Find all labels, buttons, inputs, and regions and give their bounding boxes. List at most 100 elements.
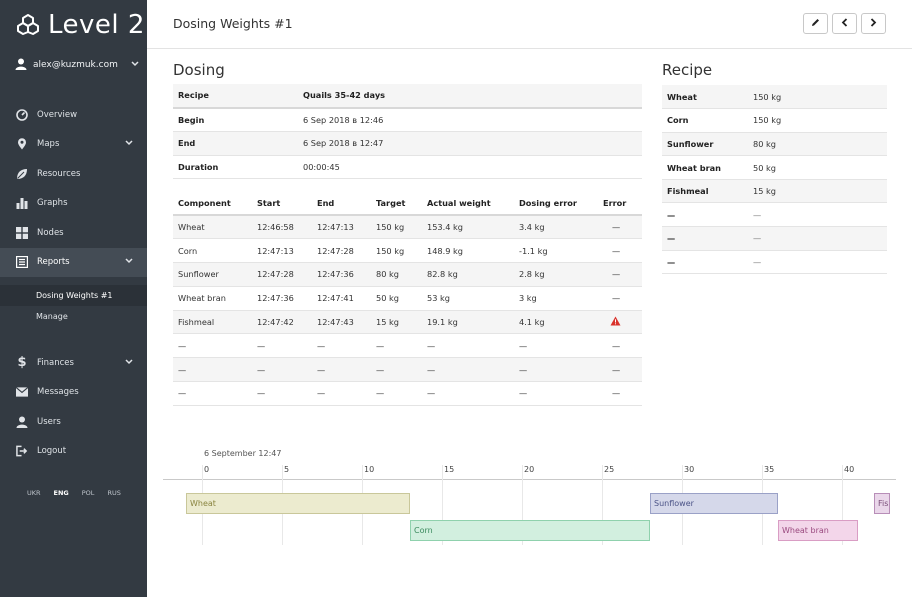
dosing-heading: Dosing <box>173 61 225 79</box>
sidebar-item-overview[interactable]: Overview <box>0 100 147 130</box>
subnav-item-manage[interactable]: Manage <box>0 306 147 327</box>
table-cell: Wheat bran <box>173 286 252 311</box>
table-cell: — <box>598 333 642 359</box>
table-cell: 150 kg <box>371 215 422 240</box>
components-table: Component Start End Target Actual weight… <box>173 191 642 406</box>
dashboard-icon <box>16 108 28 121</box>
table-cell: Corn <box>173 238 252 264</box>
subnav-item-dosing-weights[interactable]: Dosing Weights #1 <box>0 285 147 306</box>
table-cell: 12:47:43 <box>312 310 371 335</box>
table-row: Sunflower 80 kg <box>662 132 887 157</box>
timeline-bar[interactable]: Sunflower <box>650 493 778 514</box>
sidebar-item-logout[interactable]: Logout <box>0 437 147 467</box>
leaf-icon <box>16 168 28 180</box>
info-value: 00:00:45 <box>298 155 642 180</box>
table-row: — — <box>662 202 887 228</box>
table-cell: — <box>598 215 642 240</box>
table-cell: — <box>371 381 422 406</box>
recipe-component: Wheat <box>662 85 748 110</box>
table-cell: — <box>312 333 371 359</box>
sidebar-item-label: Resources <box>37 168 81 179</box>
previous-button[interactable] <box>832 13 857 34</box>
recipe-component: — <box>662 226 748 251</box>
chevron-down-icon <box>125 358 133 368</box>
lang-rus[interactable]: RUS <box>107 489 120 497</box>
table-cell: 3.4 kg <box>514 215 598 240</box>
sidebar-item-label: Finances <box>37 357 74 368</box>
table-cell: 12:47:36 <box>312 262 371 287</box>
lang-eng[interactable]: ENG <box>54 489 69 497</box>
sidebar-item-label: Logout <box>37 446 67 457</box>
column-header[interactable]: Dosing error <box>514 191 598 216</box>
page-title: Dosing Weights #1 <box>173 16 293 31</box>
recipe-component: Fishmeal <box>662 179 748 204</box>
table-row: — — — — — — — <box>173 381 642 406</box>
table-row: Fishmeal 15 kg <box>662 179 887 204</box>
column-header[interactable]: Actual weight <box>422 191 514 216</box>
timeline-bar[interactable]: Wheat bran <box>778 520 858 541</box>
sidebar-item-graphs[interactable]: Graphs <box>0 189 147 219</box>
chevron-down-icon <box>125 257 133 267</box>
brand[interactable]: Level 2 <box>16 10 145 40</box>
pencil-icon <box>811 18 820 30</box>
sidebar-item-label: Nodes <box>37 227 64 238</box>
sidebar-item-finances[interactable]: $ Finances <box>0 348 147 378</box>
info-key: Begin <box>173 107 298 132</box>
table-cell: — <box>514 381 598 406</box>
chevron-left-icon <box>841 17 848 30</box>
map-marker-icon <box>16 138 28 150</box>
sidebar-item-maps[interactable]: Maps <box>0 130 147 160</box>
recipe-component: Corn <box>662 108 748 133</box>
chevron-down-icon <box>125 139 133 149</box>
column-header[interactable]: Component <box>173 191 252 216</box>
next-button[interactable] <box>861 13 886 34</box>
sidebar-item-label: Messages <box>37 387 79 398</box>
page-header: Dosing Weights #1 <box>147 0 912 49</box>
sidebar-item-reports[interactable]: Reports <box>0 247 147 277</box>
table-cell: 12:47:28 <box>252 262 312 287</box>
grid-icon <box>16 226 28 239</box>
recipe-heading: Recipe <box>662 61 713 79</box>
user-menu[interactable]: alex@kuzmuk.com <box>15 56 139 74</box>
user-icon <box>15 58 27 73</box>
timeline-bar[interactable]: Corn <box>410 520 650 541</box>
info-value: 6 Sep 2018 в 12:47 <box>298 131 642 156</box>
table-cell: — <box>514 333 598 359</box>
reports-subnav: Dosing Weights #1 Manage <box>0 285 147 327</box>
table-cell: — <box>598 381 642 406</box>
table-row: Sunflower 12:47:28 12:47:36 80 kg 82.8 kg 2.8… <box>173 262 642 287</box>
sidebar-item-users[interactable]: Users <box>0 407 147 437</box>
lang-ukr[interactable]: UKR <box>27 489 41 497</box>
secondary-nav: $ Finances Messages Users Logout <box>0 348 147 466</box>
recipe-table: Wheat 150 kg Corn 150 kg Sunflower 80 kg Wheat… <box>662 85 887 275</box>
logout-icon <box>16 445 28 457</box>
table-cell: — <box>422 381 514 406</box>
timeline-bar[interactable]: Wheat <box>186 493 410 514</box>
table-cell: — <box>312 381 371 406</box>
column-header[interactable]: Start <box>252 191 312 216</box>
lang-pol[interactable]: POL <box>82 489 95 497</box>
table-cell: — <box>252 357 312 383</box>
table-row: Fishmeal 12:47:42 12:47:43 15 kg 19.1 kg 4.1 … <box>173 310 642 335</box>
sidebar-item-label: Reports <box>37 257 70 268</box>
edit-button[interactable] <box>803 13 828 34</box>
sidebar-item-messages[interactable]: Messages <box>0 378 147 408</box>
table-cell: 3 kg <box>514 286 598 311</box>
column-header[interactable]: Target <box>371 191 422 216</box>
table-cell: Wheat <box>173 215 252 240</box>
sidebar-item-resources[interactable]: Resources <box>0 159 147 189</box>
table-cell: — <box>422 333 514 359</box>
column-header[interactable]: End <box>312 191 371 216</box>
recipe-component: Wheat bran <box>662 155 748 180</box>
recipe-component: — <box>662 250 748 275</box>
table-cell: 148.9 kg <box>422 238 514 264</box>
timeline-bar[interactable]: Fishmeal <box>874 493 890 514</box>
column-header[interactable]: Error <box>598 191 642 216</box>
dosing-timeline: 6 September 12:47 0 5 10 15 20 25 30 35 40 Wheat C… <box>163 443 896 547</box>
sidebar-item-nodes[interactable]: Nodes <box>0 218 147 248</box>
table-cell: 12:47:13 <box>312 215 371 240</box>
table-cell: — <box>173 357 252 383</box>
error-cell <box>598 310 642 335</box>
table-row: Corn 12:47:13 12:47:28 150 kg 148.9 kg -1.1 k… <box>173 238 642 264</box>
table-cell: 82.8 kg <box>422 262 514 287</box>
